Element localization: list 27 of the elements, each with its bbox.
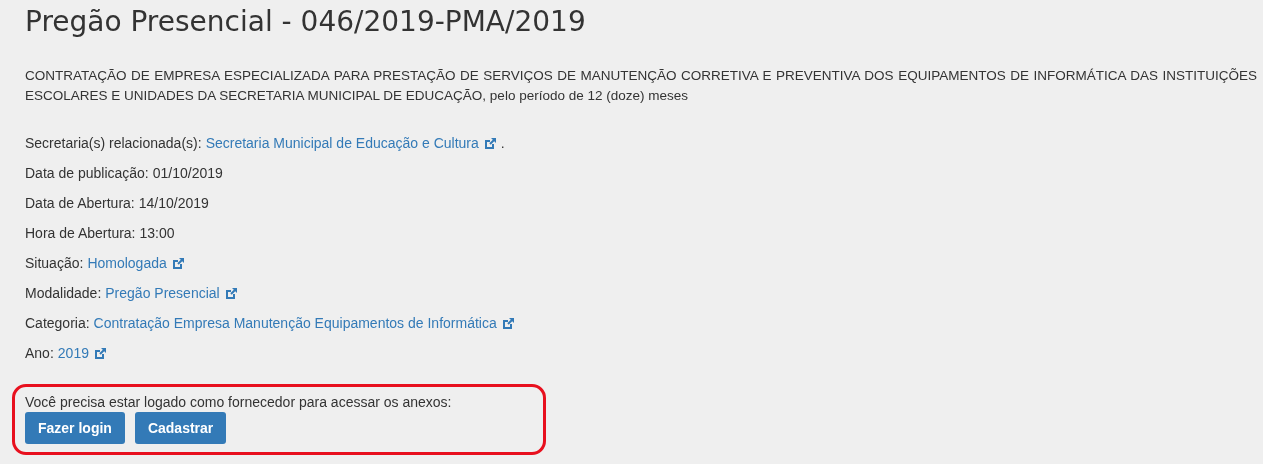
login-message: Você precisa estar logado como fornecedor para acessar os anexos: (25, 394, 453, 410)
login-button[interactable]: Fazer login (25, 412, 125, 444)
field-suffix: . (500, 134, 505, 153)
field-label: Ano: (25, 344, 54, 363)
external-link-icon[interactable] (482, 136, 497, 151)
field-label: Categoria: (25, 314, 90, 333)
field-link[interactable]: Secretaria Municipal de Educação e Cultura (205, 134, 479, 153)
field-link[interactable]: Homologada (87, 254, 167, 273)
field-value: 13:00 (139, 224, 175, 243)
field-label: Situação: (25, 254, 84, 273)
field-value: 14/10/2019 (138, 194, 209, 213)
external-link-icon[interactable] (92, 346, 107, 361)
field-label: Secretaria(s) relacionada(s): (25, 134, 202, 153)
external-link-icon[interactable] (170, 256, 185, 271)
page-title: Pregão Presencial - 046/2019-PMA/2019 (25, 4, 587, 40)
field-label: Data de Abertura: (25, 194, 135, 213)
field-link[interactable]: Contratação Empresa Manutenção Equipamentos de Informática (93, 314, 497, 333)
register-button[interactable]: Cadastrar (134, 412, 227, 444)
field-link[interactable]: 2019 (57, 344, 89, 363)
external-link-icon[interactable] (500, 316, 515, 331)
field-link[interactable]: Pregão Presencial (105, 284, 220, 303)
description-text: CONTRATAÇÃO DE EMPRESA ESPECIALIZADA PARA PRESTAÇÃO DE SERVIÇOS DE MANUTENÇÃO CORRETIVA E PREVENTIVA DOS EQUIPAMENTOS DE INFORMÁTICA DAS INSTITUIÇÕES ESCOLARES E UNIDADES DA SECRETARIA MUNICIPAL DE EDUCAÇÃO, pelo período de 12 (doze) meses (25, 67, 1257, 105)
field-label: Data de publicação: (25, 164, 149, 183)
field-value: 01/10/2019 (152, 164, 223, 183)
external-link-icon[interactable] (223, 286, 238, 301)
field-label: Modalidade: (25, 284, 102, 303)
field-label: Hora de Abertura: (25, 224, 136, 243)
